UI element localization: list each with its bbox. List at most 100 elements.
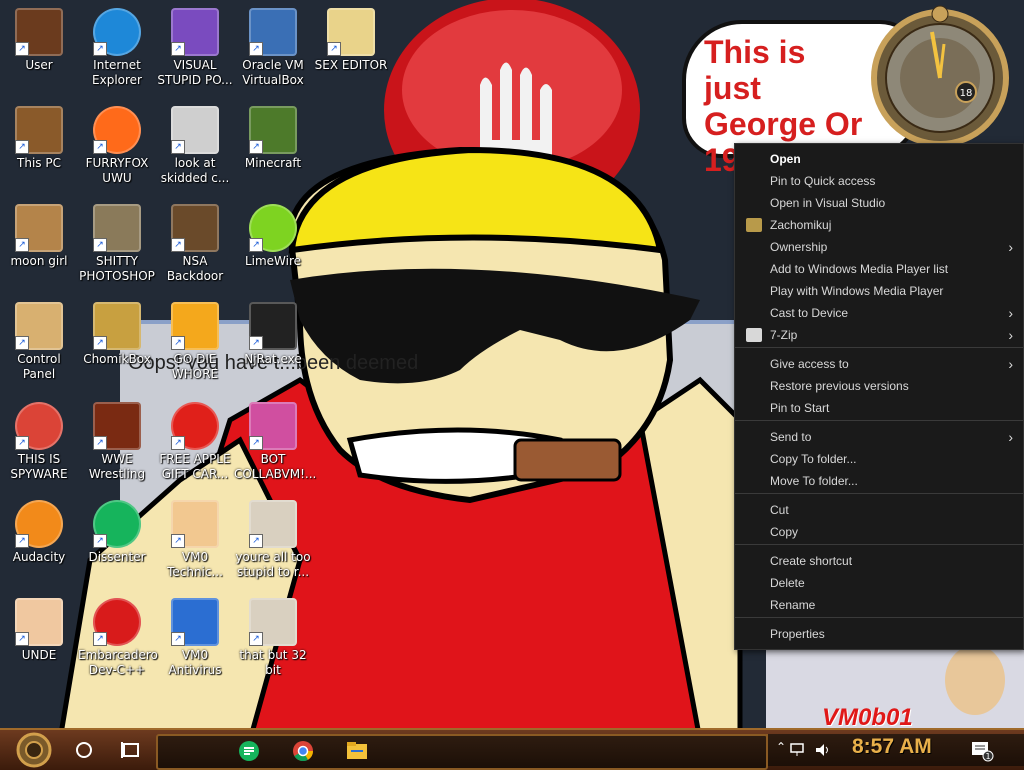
shortcut-arrow-icon: ↗ bbox=[15, 534, 29, 548]
menu-item-copy-to-folder[interactable]: Copy To folder... bbox=[735, 448, 1023, 470]
network-icon[interactable] bbox=[790, 742, 806, 758]
menu-item-delete[interactable]: Delete bbox=[735, 572, 1023, 594]
desktop-icon-devcpp[interactable]: ↗ Embarcadero Dev-C++ bbox=[78, 594, 158, 678]
shortcut-arrow-icon: ↗ bbox=[171, 140, 185, 154]
chrome-icon: ↗ bbox=[15, 402, 63, 450]
menu-item-send-to[interactable]: Send to › bbox=[735, 426, 1023, 448]
desktop-icon-label: look at skidded c... bbox=[160, 156, 230, 185]
desktop-icon-chrome[interactable]: ↗ THIS IS SPYWARE bbox=[0, 398, 78, 482]
technician-icon: ↗ bbox=[171, 500, 219, 548]
clock-gadget[interactable]: 18 bbox=[856, 4, 1024, 150]
desktop-icon-limewire[interactable]: ↗ LimeWire bbox=[234, 200, 312, 269]
desktop-icon-user[interactable]: ↗ User bbox=[0, 4, 78, 73]
desktop-icon-controlpanel[interactable]: ↗ Control Panel bbox=[0, 298, 78, 382]
desktop-icon-apple[interactable]: ↗ FREE APPLE GIFT CAR... bbox=[156, 398, 234, 482]
shortcut-arrow-icon: ↗ bbox=[93, 42, 107, 56]
menu-item-copy[interactable]: Copy bbox=[735, 521, 1023, 543]
taskbar-clock[interactable]: 8:57 AM bbox=[852, 735, 932, 759]
chevron-right-icon: › bbox=[1008, 327, 1013, 343]
menu-item-label: Pin to Start bbox=[770, 401, 830, 415]
chrome-icon[interactable] bbox=[292, 740, 314, 762]
menu-item-pin-to-quick-access[interactable]: Pin to Quick access bbox=[735, 170, 1023, 192]
menu-item-properties[interactable]: Properties bbox=[735, 623, 1023, 645]
desktop-icon-godie[interactable]: ↗ GO DIE WHORE bbox=[156, 298, 234, 382]
menu-item-rename[interactable]: Rename bbox=[735, 594, 1023, 616]
file-explorer-icon[interactable] bbox=[346, 741, 368, 761]
devcpp-icon: ↗ bbox=[93, 598, 141, 646]
desktop-icon-gimp[interactable]: ↗ SHITTY PHOTOSHOP bbox=[78, 200, 156, 284]
desktop-icon-label: NSA Backdoor bbox=[166, 254, 224, 283]
desktop-icon-ie[interactable]: ↗ Internet Explorer bbox=[78, 4, 156, 88]
menu-item-create-shortcut[interactable]: Create shortcut bbox=[735, 550, 1023, 572]
desktop-icon-unde[interactable]: ↗ UNDE bbox=[0, 594, 78, 663]
desktop-icon-audacity[interactable]: ↗ Audacity bbox=[0, 496, 78, 565]
menu-item-pin-to-start[interactable]: Pin to Start bbox=[735, 397, 1023, 419]
start-button[interactable] bbox=[6, 730, 58, 770]
desktop-icon-label: WWE Wrestling bbox=[88, 452, 146, 481]
desktop-icon-thispc[interactable]: ↗ This PC bbox=[0, 102, 78, 171]
shortcut-arrow-icon: ↗ bbox=[249, 140, 263, 154]
shortcut-arrow-icon: ↗ bbox=[93, 238, 107, 252]
menu-item-add-to-windows-media-player-list[interactable]: Add to Windows Media Player list bbox=[735, 258, 1023, 280]
menu-item-label: Copy To folder... bbox=[770, 452, 857, 466]
desktop-icon-chomikbox[interactable]: ↗ ChomikBox bbox=[78, 298, 156, 367]
chevron-up-icon[interactable]: ⌃ bbox=[776, 740, 786, 754]
menu-item-ownership[interactable]: Ownership › bbox=[735, 236, 1023, 258]
desktop-icon-moongirl[interactable]: ↗ moon girl bbox=[0, 200, 78, 269]
desktop-icon-vbox[interactable]: ↗ Oracle VM VirtualBox bbox=[234, 4, 312, 88]
oven-icon: ↗ bbox=[93, 402, 141, 450]
shortcut-arrow-icon: ↗ bbox=[15, 336, 29, 350]
desktop-icon-32bit[interactable]: ↗ that but 32 bit bbox=[234, 594, 312, 678]
desktop-icon-bot[interactable]: ↗ BOT COLLABVM!... bbox=[234, 398, 316, 482]
desktop-icon-skidded[interactable]: ↗ look at skidded c... bbox=[156, 102, 234, 186]
shortcut-arrow-icon: ↗ bbox=[15, 140, 29, 154]
menu-item-cut[interactable]: Cut bbox=[735, 499, 1023, 521]
desktop-icon-hxd[interactable]: ↗ SEX EDITOR bbox=[312, 4, 390, 73]
search-circle-icon[interactable] bbox=[70, 730, 98, 770]
menu-item-label: Send to bbox=[770, 430, 812, 444]
menu-item-restore-previous-versions[interactable]: Restore previous versions bbox=[735, 375, 1023, 397]
dissenter-icon[interactable] bbox=[238, 740, 260, 762]
menu-separator bbox=[735, 544, 1023, 545]
shortcut-arrow-icon: ↗ bbox=[171, 238, 185, 252]
desktop-icon-antivirus[interactable]: ↗ VM0 Antivirus bbox=[156, 594, 234, 678]
desktop-icon-nsa[interactable]: ↗ NSA Backdoor bbox=[156, 200, 234, 284]
menu-item-label: Ownership bbox=[770, 240, 828, 254]
desktop-icon-vm0tech[interactable]: ↗ VM0 Technic... bbox=[156, 496, 234, 580]
task-view-icon[interactable] bbox=[116, 730, 146, 770]
menu-item-open[interactable]: Open bbox=[735, 148, 1023, 170]
desktop-icon-firefox[interactable]: ↗ FURRYFOX UWU bbox=[78, 102, 156, 186]
menu-item-7-zip[interactable]: 7-Zip › bbox=[735, 324, 1023, 346]
apple-icon: ↗ bbox=[171, 402, 219, 450]
context-menu: Open Pin to Quick access Open in Visual St… bbox=[734, 143, 1024, 650]
menu-item-zachomikuj[interactable]: Zachomikuj bbox=[735, 214, 1023, 236]
menu-item-move-to-folder[interactable]: Move To folder... bbox=[735, 470, 1023, 492]
menu-item-play-with-windows-media-player[interactable]: Play with Windows Media Player bbox=[735, 280, 1023, 302]
limewire-icon: ↗ bbox=[249, 204, 297, 252]
7zip-icon bbox=[746, 328, 762, 342]
desktop-icon-label: ChomikBox bbox=[83, 352, 151, 366]
desktop-icon-wwe[interactable]: ↗ WWE Wrestling bbox=[78, 398, 156, 482]
firefox-icon: ↗ bbox=[93, 106, 141, 154]
shortcut-arrow-icon: ↗ bbox=[93, 632, 107, 646]
menu-item-label: 7-Zip bbox=[770, 328, 798, 342]
minecraft-icon: ↗ bbox=[249, 106, 297, 154]
notification-count: 1 bbox=[985, 752, 990, 761]
volume-icon[interactable] bbox=[814, 742, 832, 758]
shortcut-arrow-icon: ↗ bbox=[249, 238, 263, 252]
menu-item-cast-to-device[interactable]: Cast to Device › bbox=[735, 302, 1023, 324]
desktop-icon-njrat[interactable]: ↗ NjRat.exe bbox=[234, 298, 312, 367]
desktop-icon-vs[interactable]: ↗ VISUAL STUPID PO... bbox=[156, 4, 234, 88]
notification-icon[interactable]: 1 bbox=[970, 740, 994, 762]
menu-item-give-access-to[interactable]: Give access to › bbox=[735, 353, 1023, 375]
shortcut-arrow-icon: ↗ bbox=[15, 238, 29, 252]
desktop-icon-label: youre all too stupid to r... bbox=[235, 550, 311, 579]
desktop-icon-dissenter[interactable]: ↗ Dissenter bbox=[78, 496, 156, 565]
shortcut-arrow-icon: ↗ bbox=[327, 42, 341, 56]
lightbulb-icon: ↗ bbox=[15, 302, 63, 350]
desktop-icon-stupid[interactable]: ↗ youre all too stupid to r... bbox=[234, 496, 312, 580]
menu-item-open-in-visual-studio[interactable]: Open in Visual Studio bbox=[735, 192, 1023, 214]
desktop-icon-label: VM0 Technic... bbox=[167, 550, 223, 579]
desktop-icon-minecraft[interactable]: ↗ Minecraft bbox=[234, 102, 312, 171]
shortcut-arrow-icon: ↗ bbox=[171, 42, 185, 56]
